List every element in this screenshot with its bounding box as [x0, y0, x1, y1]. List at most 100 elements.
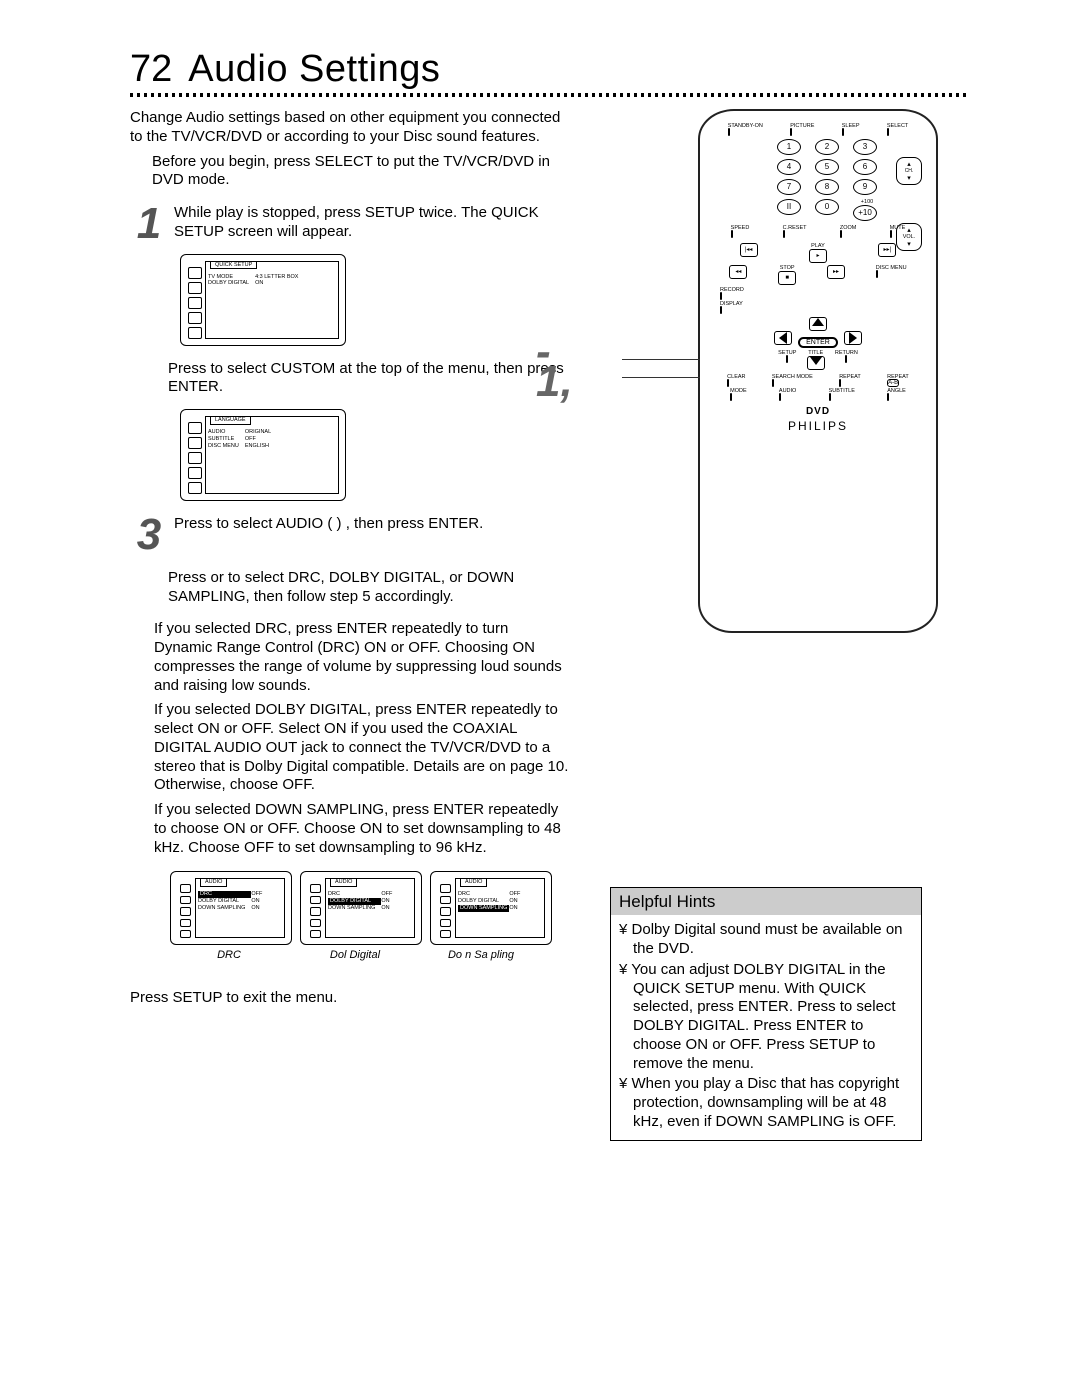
osd-quick-setup: QUICK SETUP TV MODE4:3 LETTER BOX DOLBY … [180, 254, 346, 346]
btn-search-label: SEARCH MODE [772, 374, 813, 380]
caption-dolby: Dol Digital [296, 949, 414, 963]
osd2-r0c0: AUDIO [208, 429, 245, 436]
btn-standby-label: STANDBY-ON [728, 123, 763, 129]
osd-a2-r2c1: ON [381, 905, 398, 912]
page-number: 72 [130, 48, 172, 91]
nav-right-icon [849, 332, 857, 344]
step-number-1: 1 [130, 204, 168, 244]
btn-num-6: 6 [853, 159, 877, 175]
hint-2: You can adjust DOLBY DIGITAL in the QUIC… [619, 961, 913, 1074]
osd-audio-row: AUDIO DRCOFF DOLBY DIGITALON DOWN SAMPLI… [170, 871, 570, 945]
header-rule [130, 93, 970, 97]
btn-next-icon: ▸▸| [878, 243, 896, 257]
osd-a1-r1c0: DOLBY DIGITAL [198, 898, 251, 905]
btn-mute [890, 230, 892, 238]
btn-search [772, 379, 774, 387]
osd1-r1c0: DOLBY DIGITAL [208, 280, 255, 287]
btn-ff-icon: ▸▸ [827, 265, 845, 279]
osd1-r1c1: ON [255, 280, 304, 287]
btn-mode [730, 393, 732, 401]
btn-subtitle [829, 393, 831, 401]
helpful-hints-box: Helpful Hints Dolby Digital sound must b… [610, 887, 922, 1141]
osd1-r0c0: TV MODE [208, 274, 255, 281]
nav-pad: ENTER SETUP TITLE RETURN [773, 317, 863, 370]
remote-control-illustration: STANDBY-ON PICTURE SLEEP SELECT ▴ CH. ▾ … [698, 109, 938, 633]
btn-select [887, 128, 889, 136]
osd-a1-r0c1: OFF [251, 891, 268, 898]
step5-downsampling: If you selected DOWN SAMPLING, press ENT… [154, 801, 570, 857]
osd-audio-drc: AUDIO DRCOFF DOLBY DIGITALON DOWN SAMPLI… [170, 871, 292, 945]
btn-picture-label: PICTURE [790, 123, 814, 129]
btn-audio [779, 393, 781, 401]
osd-a3-r0c0: DRC [458, 891, 509, 898]
osd-a2-r1c1: ON [381, 898, 398, 905]
btn-num-7: 7 [777, 179, 801, 195]
caption-drc: DRC [170, 949, 288, 963]
btn-return [845, 355, 847, 363]
step5-drc: If you selected DRC, press ENTER repeate… [154, 620, 570, 695]
osd2-r0c1: ORIGINAL [245, 429, 277, 436]
osd-audio-dolby: AUDIO DRCOFF DOLBY DIGITALON DOWN SAMPLI… [300, 871, 422, 945]
hint-1: Dolby Digital sound must be available on… [619, 921, 913, 959]
osd-a2-r1c0: DOLBY DIGITAL [328, 898, 381, 905]
btn-angle [887, 393, 889, 401]
osd1-tab: QUICK SETUP [210, 262, 257, 270]
step-text-3: Press to select AUDIO ( ) , then press E… [130, 515, 570, 534]
intro-paragraph-2: Before you begin, press SELECT to put th… [152, 153, 570, 191]
brand-label: PHILIPS [708, 419, 928, 433]
btn-rew-icon: ◂◂ [729, 265, 747, 279]
step5-dolby: If you selected DOLBY DIGITAL, press ENT… [154, 701, 570, 795]
btn-discmenu-label: DISC MENU [876, 265, 907, 271]
btn-audio-label: AUDIO [779, 388, 796, 394]
btn-num-8: 8 [815, 179, 839, 195]
btn-angle-label: ANGLE [887, 388, 906, 394]
btn-creset [783, 230, 785, 238]
hint-3: When you play a Disc that has copyright … [619, 1075, 913, 1131]
btn-ab: A-B [887, 379, 899, 387]
osd-a2-r2c0: DOWN SAMPLING [328, 905, 381, 912]
btn-prev-icon: |◂◂ [740, 243, 758, 257]
helpful-hints-title: Helpful Hints [611, 888, 921, 915]
osd-a3-r2c0: DOWN SAMPLING [458, 905, 509, 912]
nav-down-icon [810, 357, 822, 365]
step-text-4: Press or to select DRC, DOLBY DIGITAL, o… [130, 569, 570, 607]
plus100-label: +100 [853, 199, 881, 205]
osd-a1-r0c0: DRC [198, 891, 251, 898]
osd-a1-r2c0: DOWN SAMPLING [198, 905, 251, 912]
step-text-2: Press to select CUSTOM at the top of the… [130, 360, 570, 398]
osd2-r1c1: OFF [245, 436, 277, 443]
btn-setup [786, 355, 788, 363]
callout-1: 1, [536, 357, 573, 407]
btn-picture [790, 128, 792, 136]
btn-num-4: 4 [777, 159, 801, 175]
osd1-r0c1: 4:3 LETTER BOX [255, 274, 304, 281]
btn-num-2: 2 [815, 139, 839, 155]
btn-zoom [840, 230, 842, 238]
btn-repeat [839, 379, 841, 387]
osd2-tab: LANGUAGE [210, 417, 251, 425]
btn-enter: ENTER [798, 337, 838, 348]
btn-clear-label: CLEAR [727, 374, 745, 380]
step-text-1: While play is stopped, press SETUP twice… [130, 204, 570, 242]
dvd-logo: DVD [708, 406, 928, 417]
btn-zoom-label: ZOOM [840, 225, 857, 231]
btn-speed-label: SPEED [731, 225, 750, 231]
btn-select-label: SELECT [887, 123, 908, 129]
btn-subtitle-label: SUBTITLE [829, 388, 855, 394]
osd-a2-r0c0: DRC [328, 891, 381, 898]
btn-mode-label: MODE [730, 388, 747, 394]
osd-audio-tab-2: AUDIO [330, 879, 357, 887]
step-number-3: 3 [130, 515, 168, 555]
btn-plus10: +10 [853, 205, 877, 221]
btn-record-label: RECORD [720, 287, 744, 293]
caption-down: Do n Sa pling [422, 949, 540, 963]
osd-a1-r1c1: ON [251, 898, 268, 905]
btn-play: ▸ [809, 249, 827, 263]
btn-num-9: 9 [853, 179, 877, 195]
leader-line-2 [622, 377, 700, 378]
osd2-r1c0: SUBTITLE [208, 436, 245, 443]
osd-audio-tab-3: AUDIO [460, 879, 487, 887]
intro-paragraph-1: Change Audio settings based on other equ… [130, 109, 570, 147]
btn-stop: ■ [778, 271, 796, 285]
btn-display-label: DISPLAY [720, 301, 743, 307]
